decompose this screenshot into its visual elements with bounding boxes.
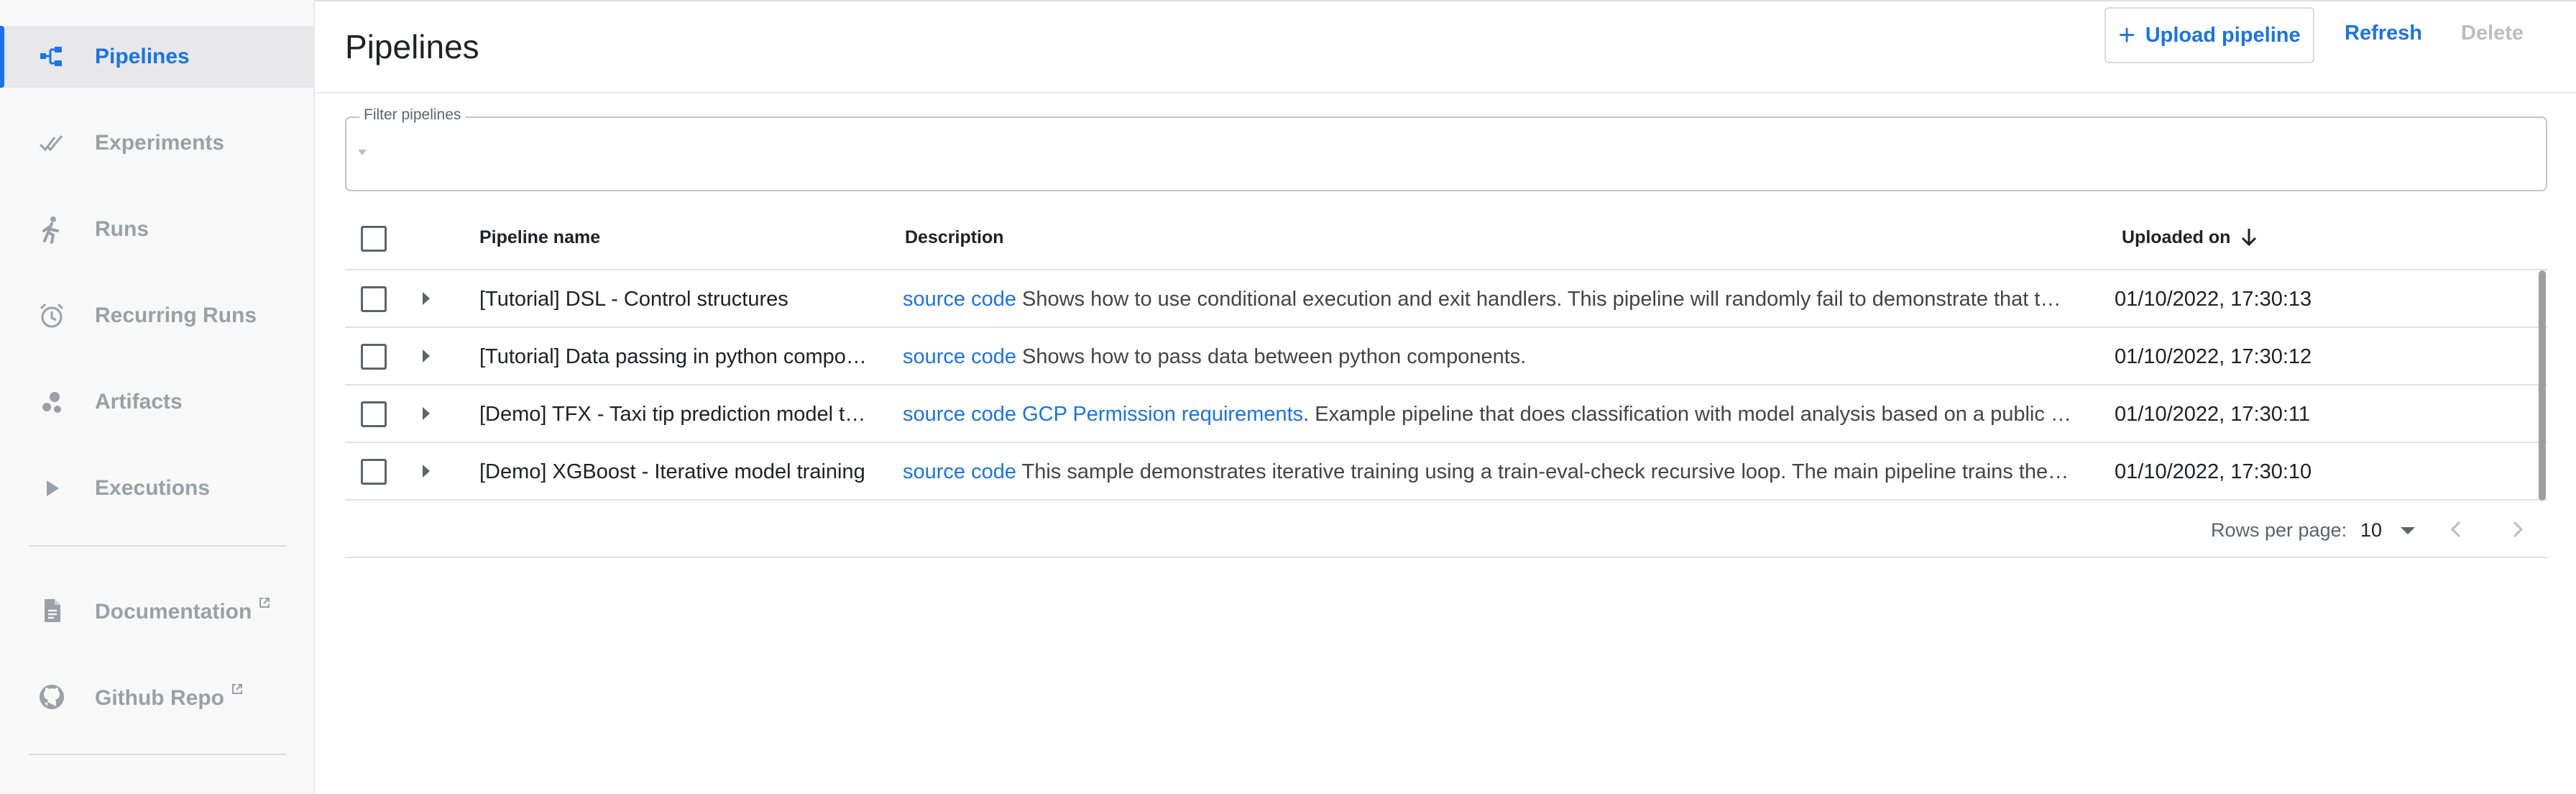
expand-row-icon[interactable] <box>423 292 430 305</box>
table-row[interactable]: [Tutorial] DSL - Control structures sour… <box>345 270 2547 328</box>
table-row[interactable]: [Tutorial] Data passing in python compo…… <box>345 328 2547 385</box>
column-header-description: Description <box>905 227 1004 247</box>
sidebar-item-label: Pipelines <box>95 45 190 68</box>
sidebar-link-label: Github Repo <box>95 686 224 710</box>
row-checkbox[interactable] <box>361 401 387 427</box>
uploaded-on: 01/10/2022, 17:30:11 <box>2115 403 2310 426</box>
play-icon <box>36 473 68 504</box>
github-icon <box>36 681 68 713</box>
source-code-link[interactable]: source code <box>903 288 1016 311</box>
sidebar-item-pipelines[interactable]: Pipelines <box>0 26 315 88</box>
uploaded-on: 01/10/2022, 17:30:13 <box>2115 288 2312 311</box>
pipelines-icon <box>36 41 68 73</box>
table-scrollbar[interactable] <box>2539 270 2546 501</box>
sidebar-item-label: Runs <box>95 217 149 241</box>
refresh-button[interactable]: Refresh <box>2345 22 2422 45</box>
uploaded-on: 01/10/2022, 17:30:10 <box>2115 460 2312 483</box>
alarm-clock-icon <box>36 300 68 332</box>
runs-icon <box>36 214 68 245</box>
row-checkbox[interactable] <box>361 459 387 485</box>
expand-row-icon[interactable] <box>423 465 430 478</box>
sidebar-item-experiments[interactable]: Experiments <box>0 112 315 174</box>
upload-pipeline-button[interactable]: + Upload pipeline <box>2104 7 2314 63</box>
top-border <box>315 0 2576 1</box>
sidebar-item-executions[interactable]: Executions <box>0 457 315 519</box>
previous-page-icon[interactable] <box>2442 515 2471 544</box>
plus-icon: + <box>2118 19 2135 51</box>
page-title: Pipelines <box>345 28 479 65</box>
column-header-name[interactable]: Pipeline name <box>479 227 600 248</box>
description-text: Shows how to pass data between python co… <box>1016 345 1527 368</box>
experiments-icon <box>36 127 68 159</box>
table-row[interactable]: [Demo] XGBoost - Iterative model trainin… <box>345 443 2547 501</box>
pipeline-name[interactable]: [Tutorial] Data passing in python compo… <box>479 345 871 369</box>
external-link-icon <box>231 684 242 694</box>
sidebar-item-label: Artifacts <box>95 390 183 414</box>
external-link-icon <box>259 598 270 608</box>
filter-pipelines-input[interactable] <box>345 117 2547 191</box>
sidebar-link-github-repo[interactable]: Github Repo <box>0 666 315 728</box>
expand-row-icon[interactable] <box>423 350 430 362</box>
description-text: Shows how to use conditional execution a… <box>1016 288 2061 311</box>
source-code-link[interactable]: source code <box>903 403 1016 426</box>
row-divider <box>345 499 2547 501</box>
sidebar-item-runs[interactable]: Runs <box>0 198 315 260</box>
filter-pipelines-label: Filter pipelines <box>359 106 466 124</box>
table-row[interactable]: [Demo] TFX - Taxi tip prediction model t… <box>345 385 2547 443</box>
sidebar: Pipelines Experiments Runs Recurring Run… <box>0 0 315 794</box>
pipeline-name[interactable]: [Demo] XGBoost - Iterative model trainin… <box>479 460 871 484</box>
column-header-uploaded-on[interactable]: Uploaded on <box>2122 227 2230 248</box>
next-page-icon[interactable] <box>2503 515 2531 544</box>
rows-per-page-select[interactable]: 10 <box>2360 519 2382 542</box>
document-icon <box>36 595 68 626</box>
sort-descending-icon[interactable] <box>2240 226 2258 249</box>
sidebar-item-artifacts[interactable]: Artifacts <box>0 371 315 433</box>
source-code-link[interactable]: source code <box>903 460 1016 483</box>
sidebar-item-label: Recurring Runs <box>95 304 257 327</box>
uploaded-on: 01/10/2022, 17:30:12 <box>2115 345 2312 368</box>
sidebar-item-label: Executions <box>95 476 211 500</box>
artifacts-icon <box>36 386 68 418</box>
sidebar-link-label: Documentation <box>95 600 252 624</box>
sidebar-item-label: Experiments <box>95 131 225 155</box>
row-checkbox[interactable] <box>361 344 387 370</box>
sidebar-divider <box>29 545 286 547</box>
pipeline-name[interactable]: [Tutorial] DSL - Control structures <box>479 288 871 311</box>
expand-row-icon[interactable] <box>423 407 430 420</box>
chevron-down-icon[interactable] <box>2401 527 2415 534</box>
gcp-permission-link[interactable]: GCP Permission requirements <box>1022 403 1303 426</box>
upload-pipeline-label: Upload pipeline <box>2145 23 2301 47</box>
pipeline-name[interactable]: [Demo] TFX - Taxi tip prediction model t… <box>479 403 871 426</box>
row-checkbox[interactable] <box>361 286 387 312</box>
delete-button[interactable]: Delete <box>2461 22 2524 45</box>
sidebar-item-recurring-runs[interactable]: Recurring Runs <box>0 285 315 347</box>
select-all-checkbox[interactable] <box>361 226 387 252</box>
filter-dropdown-icon[interactable] <box>358 150 367 155</box>
sidebar-divider <box>29 754 286 755</box>
source-code-link[interactable]: source code <box>903 345 1016 368</box>
rows-per-page-label: Rows per page: <box>2211 519 2347 541</box>
table-footer-divider <box>345 557 2547 558</box>
sidebar-link-documentation[interactable]: Documentation <box>0 580 315 642</box>
description-text: This sample demonstrates iterative train… <box>1016 460 2069 483</box>
description-text: . Example pipeline that does classificat… <box>1303 403 2071 426</box>
header-divider <box>315 92 2576 93</box>
